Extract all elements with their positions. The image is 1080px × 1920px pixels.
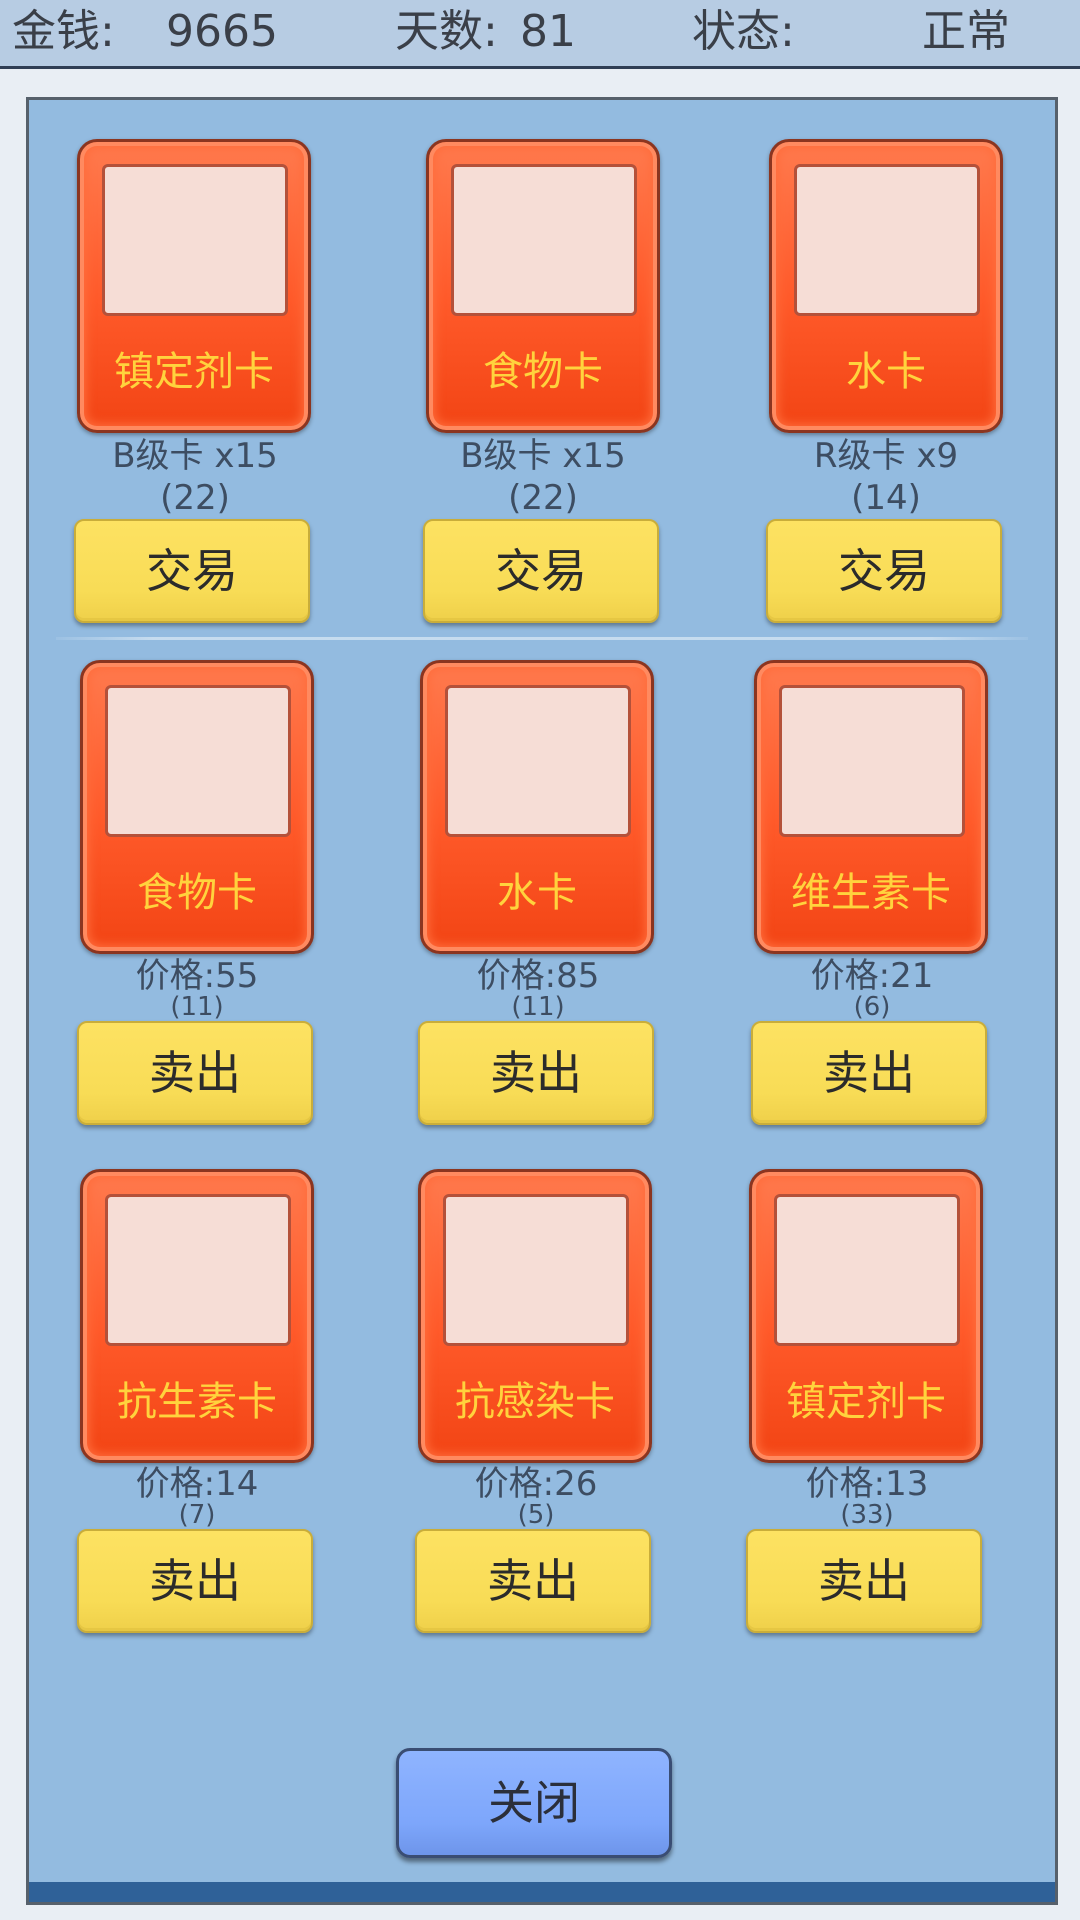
card-count: (22) bbox=[508, 478, 578, 518]
card-art bbox=[774, 1194, 960, 1346]
trade-button[interactable]: 交易 bbox=[423, 519, 659, 623]
card-name: 食物卡 bbox=[483, 349, 603, 395]
panel-footer-bar bbox=[26, 1882, 1058, 1905]
sell-card-anti-infection[interactable]: 抗感染卡 bbox=[418, 1169, 652, 1463]
section-divider bbox=[56, 637, 1028, 640]
sell-button[interactable]: 卖出 bbox=[77, 1529, 313, 1633]
card-count: (6) bbox=[853, 992, 891, 1022]
card-count: (33) bbox=[840, 1500, 894, 1530]
card-name: 水卡 bbox=[497, 870, 577, 916]
money-value: 9665 bbox=[166, 6, 278, 57]
card-art bbox=[105, 1194, 291, 1346]
card-price: 价格:55 bbox=[135, 956, 259, 996]
card-art bbox=[443, 1194, 629, 1346]
status-bar: 金钱: 9665 天数: 81 状态: 正常 bbox=[0, 0, 1080, 69]
card-name: 维生素卡 bbox=[791, 870, 951, 916]
card-count: (11) bbox=[511, 992, 565, 1022]
card-art bbox=[451, 164, 637, 316]
trade-card-water[interactable]: 水卡 bbox=[769, 139, 1003, 433]
trade-card-sedative[interactable]: 镇定剂卡 bbox=[77, 139, 311, 433]
card-name: 抗生素卡 bbox=[117, 1379, 277, 1425]
sell-button[interactable]: 卖出 bbox=[746, 1529, 982, 1633]
card-name: 镇定剂卡 bbox=[114, 349, 274, 395]
card-grade: B级卡 x15 bbox=[112, 436, 278, 476]
card-art bbox=[794, 164, 980, 316]
card-count: (22) bbox=[160, 478, 230, 518]
days-label: 天数: bbox=[395, 6, 498, 57]
card-art bbox=[445, 685, 631, 837]
close-button[interactable]: 关闭 bbox=[396, 1748, 672, 1858]
sell-button[interactable]: 卖出 bbox=[418, 1021, 654, 1125]
card-name: 镇定剂卡 bbox=[786, 1379, 946, 1425]
card-count: (14) bbox=[851, 478, 921, 518]
trade-button[interactable]: 交易 bbox=[74, 519, 310, 623]
days-value: 81 bbox=[520, 6, 576, 57]
sell-card-food[interactable]: 食物卡 bbox=[80, 660, 314, 954]
status-label: 状态: bbox=[692, 6, 795, 57]
sell-button[interactable]: 卖出 bbox=[751, 1021, 987, 1125]
card-name: 食物卡 bbox=[137, 870, 257, 916]
sell-card-sedative[interactable]: 镇定剂卡 bbox=[749, 1169, 983, 1463]
card-price: 价格:13 bbox=[805, 1464, 929, 1504]
sell-card-antibiotic[interactable]: 抗生素卡 bbox=[80, 1169, 314, 1463]
card-art bbox=[102, 164, 288, 316]
money-label: 金钱: bbox=[12, 6, 115, 57]
card-grade: B级卡 x15 bbox=[460, 436, 626, 476]
sell-button[interactable]: 卖出 bbox=[77, 1021, 313, 1125]
card-name: 水卡 bbox=[846, 349, 926, 395]
card-art bbox=[105, 685, 291, 837]
trade-button[interactable]: 交易 bbox=[766, 519, 1002, 623]
card-count: (5) bbox=[517, 1500, 555, 1530]
card-price: 价格:26 bbox=[474, 1464, 598, 1504]
card-count: (11) bbox=[170, 992, 224, 1022]
card-price: 价格:85 bbox=[476, 956, 600, 996]
card-count: (7) bbox=[178, 1500, 216, 1530]
sell-button[interactable]: 卖出 bbox=[415, 1529, 651, 1633]
sell-card-vitamin[interactable]: 维生素卡 bbox=[754, 660, 988, 954]
card-art bbox=[779, 685, 965, 837]
card-price: 价格:21 bbox=[810, 956, 934, 996]
card-grade: R级卡 x9 bbox=[813, 436, 959, 476]
card-name: 抗感染卡 bbox=[455, 1379, 615, 1425]
trade-card-food[interactable]: 食物卡 bbox=[426, 139, 660, 433]
card-price: 价格:14 bbox=[135, 1464, 259, 1504]
sell-card-water[interactable]: 水卡 bbox=[420, 660, 654, 954]
status-value: 正常 bbox=[922, 6, 1010, 57]
